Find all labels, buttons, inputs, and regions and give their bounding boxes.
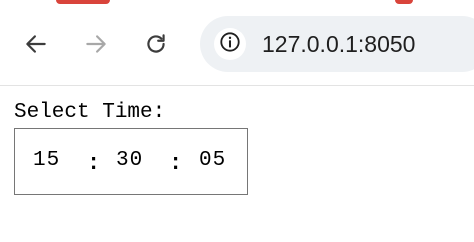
tab-accent xyxy=(395,0,413,4)
site-info-button[interactable] xyxy=(214,28,246,60)
reload-icon xyxy=(143,31,169,57)
time-separator: : xyxy=(169,151,183,176)
time-picker[interactable]: 15 : 30 : 05 xyxy=(14,128,248,195)
back-button[interactable] xyxy=(20,28,52,60)
tab-accent xyxy=(56,0,110,4)
info-icon xyxy=(219,31,241,58)
url-text[interactable]: 127.0.0.1:8050 xyxy=(262,29,415,59)
seconds-field[interactable]: 05 xyxy=(199,148,226,174)
page-content: Select Time: xyxy=(14,100,165,126)
arrow-left-icon xyxy=(23,31,49,57)
minutes-field[interactable]: 30 xyxy=(116,148,143,174)
browser-toolbar: 127.0.0.1:8050 xyxy=(0,0,474,86)
hours-field[interactable]: 15 xyxy=(33,148,60,174)
forward-button[interactable] xyxy=(80,28,112,60)
time-separator: : xyxy=(87,151,101,176)
arrow-right-icon xyxy=(83,31,109,57)
address-bar[interactable]: 127.0.0.1:8050 xyxy=(200,16,474,72)
select-time-label: Select Time: xyxy=(14,101,166,124)
reload-button[interactable] xyxy=(140,28,172,60)
